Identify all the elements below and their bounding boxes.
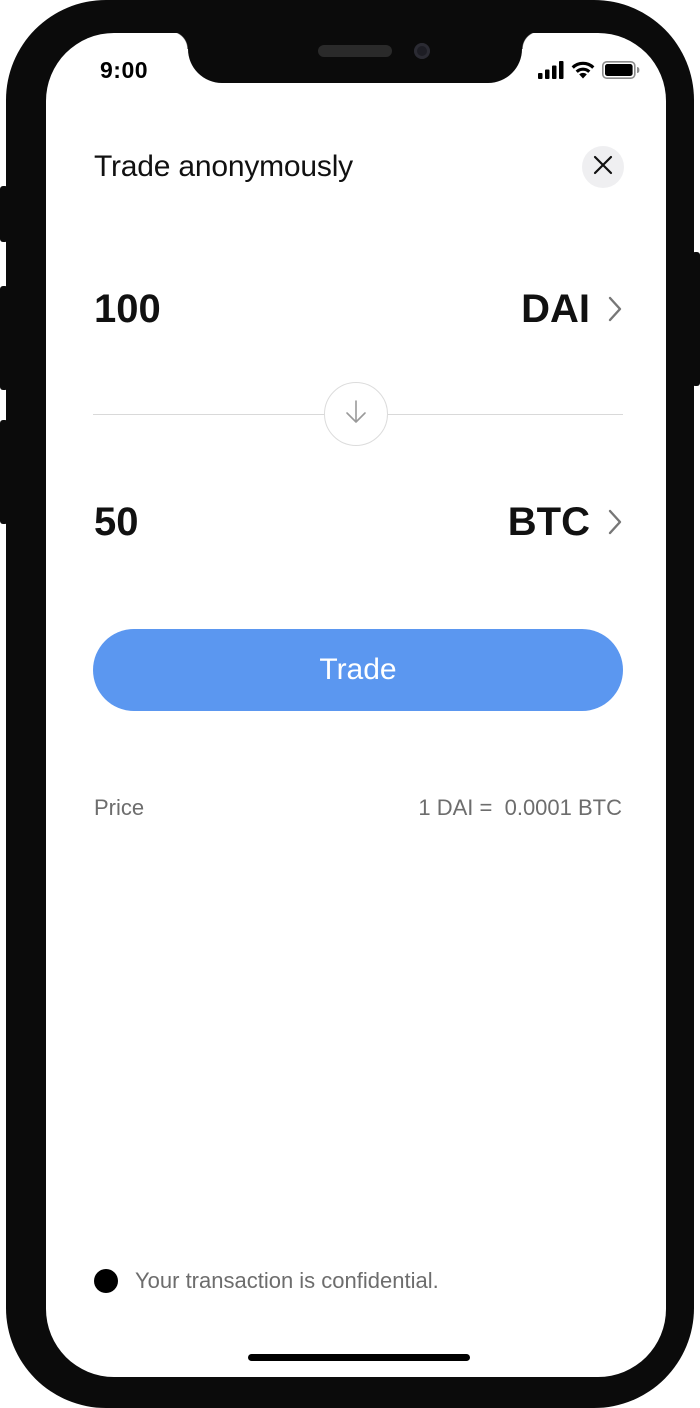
- to-token-label: BTC: [507, 499, 590, 544]
- to-token-selector[interactable]: BTC: [508, 500, 622, 545]
- screen: 9:00 Trade anonymously 100 DAI 50 BTC Tr…: [46, 33, 666, 1377]
- swap-direction-button[interactable]: [324, 382, 388, 446]
- from-token-label: DAI: [521, 286, 590, 331]
- wifi-icon: [570, 60, 596, 84]
- status-dot-icon: [94, 1269, 118, 1293]
- from-token-selector[interactable]: DAI: [521, 287, 622, 332]
- confidential-note: Your transaction is confidential.: [94, 1268, 439, 1294]
- front-camera: [414, 43, 430, 59]
- notch: [170, 33, 540, 83]
- close-button[interactable]: [582, 146, 624, 188]
- battery-icon: [602, 60, 640, 84]
- trade-button[interactable]: Trade: [93, 629, 623, 711]
- close-icon: [593, 155, 613, 180]
- status-time: 9:00: [100, 57, 149, 83]
- home-indicator[interactable]: [248, 1354, 470, 1361]
- price-value: 1 DAI = 0.0001 BTC: [418, 795, 622, 820]
- speaker-grille: [318, 45, 392, 57]
- confidential-note-text: Your transaction is confidential.: [135, 1268, 439, 1293]
- chevron-right-icon: [608, 296, 622, 322]
- cellular-signal-icon: [538, 60, 564, 84]
- from-amount-row: 100 DAI: [94, 284, 622, 334]
- price-row: Price 1 DAI = 0.0001 BTC: [94, 795, 622, 821]
- arrow-down-icon: [345, 399, 367, 430]
- from-amount-input[interactable]: 100: [94, 287, 161, 332]
- chevron-right-icon: [608, 509, 622, 535]
- status-icons: [538, 60, 640, 84]
- price-label: Price: [94, 795, 145, 820]
- page-title: Trade anonymously: [94, 150, 353, 183]
- to-amount-row: 50 BTC: [94, 497, 622, 547]
- to-amount-input[interactable]: 50: [94, 500, 139, 545]
